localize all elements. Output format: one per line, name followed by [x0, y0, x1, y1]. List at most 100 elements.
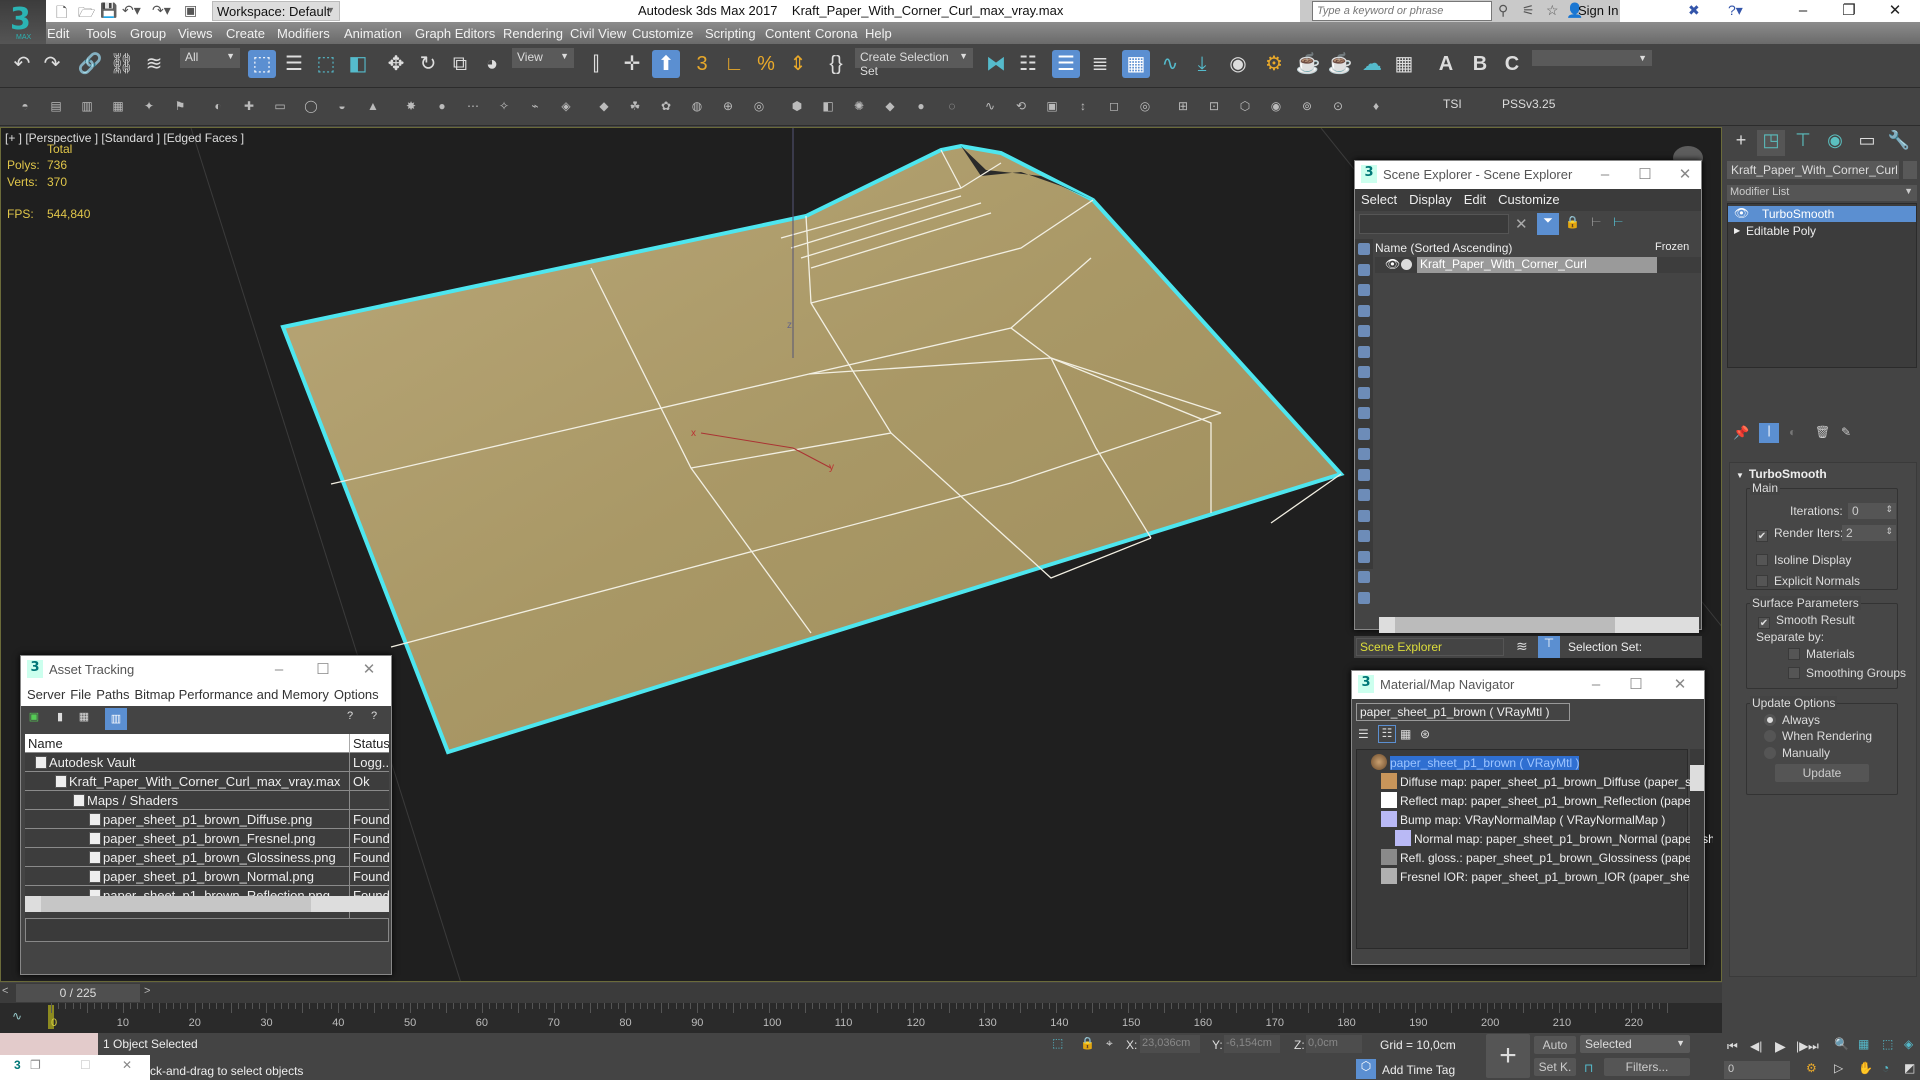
next-frame-button[interactable]: > [144, 985, 150, 997]
paper-mesh[interactable] [280, 143, 1345, 755]
redo-icon[interactable]: ↷ [38, 50, 66, 78]
rendered-frame-window-icon[interactable]: ☕ [1294, 50, 1322, 78]
y-coordinate-field[interactable]: -6,154cm [1224, 1035, 1280, 1053]
help-tool-icon[interactable]: ? [371, 710, 377, 722]
search-input[interactable]: Type a keyword or phrase [1312, 1, 1492, 21]
menu-graph-editors[interactable]: Graph Editors [415, 26, 495, 41]
material-map-row[interactable]: Fresnel IOR: paper_sheet_p1_brown_IOR (p… [1381, 868, 1699, 887]
visibility-eye-icon[interactable]: 👁 [1734, 206, 1749, 220]
add-time-tag-button[interactable]: Add Time Tag [1382, 1063, 1455, 1077]
close-button[interactable]: ✕ [1662, 671, 1698, 699]
maxscript-listener[interactable] [0, 1033, 98, 1055]
modify-tab-icon[interactable]: ◳ [1757, 130, 1785, 156]
expand-arrow-icon[interactable]: ▶ [1734, 226, 1740, 235]
materials-checkbox[interactable]: Materials [1788, 647, 1855, 661]
file-icon[interactable]: ▮ [51, 710, 69, 728]
filter-icon[interactable]: ⏷ [1537, 213, 1559, 235]
vertical-scrollbar[interactable] [1690, 749, 1704, 965]
redo-icon[interactable]: ↷▾ [152, 2, 171, 20]
filter-bones-icon[interactable] [1358, 407, 1370, 419]
filter-groups-icon[interactable] [1358, 366, 1370, 378]
binoculars-icon[interactable]: ⚲ [1498, 2, 1508, 19]
minimize-button[interactable]: – [1578, 671, 1614, 699]
zoom-icon[interactable]: 🔍 [1834, 1037, 1849, 1051]
display-tab-icon[interactable]: ▭ [1853, 130, 1881, 156]
z-coordinate-field[interactable]: 0,0cm [1306, 1035, 1362, 1053]
sign-in-button[interactable]: Sign In [1578, 3, 1618, 18]
asset-row[interactable]: paper_sheet_p1_brown_Glossiness.png Found [25, 848, 389, 867]
menu-animation[interactable]: Animation [344, 26, 402, 41]
cross-icon[interactable]: ✚ [238, 95, 260, 117]
smooth-result-checkbox[interactable]: ✔ Smooth Result [1758, 613, 1855, 629]
material-map-row[interactable]: Reflect map: paper_sheet_p1_brown_Reflec… [1381, 792, 1699, 811]
motion-tab-icon[interactable]: ◉ [1821, 130, 1849, 156]
filter-filter-a-icon[interactable] [1358, 550, 1370, 563]
key-filters-button[interactable]: Filters... [1604, 1058, 1690, 1076]
exchange-icon[interactable]: ✖ [1688, 2, 1700, 19]
menu-customize[interactable]: Customize [1498, 192, 1559, 207]
key-filter-dropdown[interactable]: Selected ▼ [1580, 1035, 1690, 1053]
mini-curve-editor-icon[interactable]: ∿ [12, 1009, 22, 1023]
go-to-start-icon[interactable]: ⏮ [1727, 1039, 1738, 1054]
isolate-selection-icon[interactable]: ⬚ [1052, 1036, 1063, 1050]
hierarchy-icon[interactable]: ⊢ [1591, 215, 1601, 229]
bullseye-icon[interactable]: ◎ [1134, 95, 1156, 117]
menu-select[interactable]: Select [1361, 192, 1397, 207]
stack-item-editable-poly[interactable]: ▶ Editable Poly [1728, 223, 1916, 239]
list-view-icon[interactable]: ☰ [1358, 727, 1369, 741]
remove-modifier-icon[interactable]: 🗑 [1815, 425, 1830, 439]
smoothing-groups-checkbox[interactable]: Smoothing Groups [1788, 666, 1906, 680]
grid-dot-icon[interactable]: ⊡ [1203, 95, 1225, 117]
pss-label[interactable]: PSSv3.25 [1502, 97, 1555, 111]
filter-helpers-icon[interactable] [1358, 325, 1370, 337]
help-icon[interactable]: ? [347, 710, 353, 722]
restore-icon[interactable]: ❐ [30, 1058, 41, 1072]
bind-spacewarp-icon[interactable]: ≋ [140, 50, 168, 78]
rect-selection-icon[interactable]: ⬚ [312, 50, 340, 78]
ref-coord-dropdown[interactable]: View ▼ [512, 48, 574, 68]
minimize-button[interactable]: – [1587, 161, 1623, 189]
column-name-header[interactable]: Name [28, 736, 63, 751]
find-input[interactable] [1359, 214, 1509, 234]
satellite-icon[interactable]: ⚟ [1522, 2, 1535, 19]
small-icons-view-icon[interactable]: ▦ [1400, 727, 1411, 741]
menu-file[interactable]: File [70, 687, 91, 702]
column-status-header[interactable]: Status [349, 734, 389, 753]
star-icon[interactable]: ☆ [1546, 2, 1559, 19]
isoline-display-checkbox[interactable]: Isoline Display [1756, 553, 1851, 567]
new-file-icon[interactable]: 🗋 [56, 2, 67, 20]
lock-icon[interactable]: 🔒 [1565, 215, 1580, 229]
minimized-window[interactable]: 3 ❐ ☐ ✕ [0, 1055, 150, 1080]
toolbar-dropdown[interactable]: ▼ [1532, 50, 1652, 66]
resize-icon[interactable]: ↕ [1072, 95, 1094, 117]
rhombus-icon[interactable]: ♦ [1365, 95, 1387, 117]
menu-options[interactable]: Options [334, 687, 379, 702]
render-list-icon[interactable]: ▤ [45, 95, 67, 117]
fov-icon[interactable]: ▷ [1834, 1061, 1843, 1075]
menu-server[interactable]: Server [27, 687, 65, 702]
filter-cameras-icon[interactable] [1358, 304, 1370, 317]
menu-paths[interactable]: Paths [96, 687, 129, 702]
vray-a-icon[interactable]: A [1432, 50, 1460, 78]
asset-row[interactable]: Maps / Shaders [25, 791, 389, 810]
menu-rendering[interactable]: Rendering [503, 26, 563, 41]
spinner-arrows-icon[interactable]: ⇕ [1885, 526, 1893, 537]
menu-group[interactable]: Group [130, 26, 166, 41]
undo-icon[interactable]: ↶ [8, 50, 36, 78]
link-icon[interactable]: 🔗 [76, 50, 104, 78]
sphere-icon[interactable]: ◒ [331, 95, 353, 117]
hex-outline-icon[interactable]: ⬡ [1234, 95, 1256, 117]
prev-frame-button[interactable]: < [2, 985, 8, 997]
set-key-big-button[interactable]: + [1486, 1034, 1530, 1078]
object-name-field[interactable]: Kraft_Paper_With_Corner_Curl [1727, 161, 1899, 179]
iterations-spinner[interactable]: 0 ⇕ [1848, 503, 1896, 519]
render-cloud-icon[interactable]: ☁ [1358, 50, 1386, 78]
curve-icon[interactable]: ⌁ [524, 95, 546, 117]
dot-icon[interactable]: ● [431, 95, 453, 117]
shape-icon[interactable]: ◆ [879, 95, 901, 117]
menu-edit[interactable]: Edit [47, 26, 69, 41]
menu-modifiers[interactable]: Modifiers [277, 26, 330, 41]
filter-xrefs-icon[interactable] [1358, 386, 1370, 399]
scene-explorer-toggle-icon[interactable]: ☰ [1052, 50, 1080, 78]
open-file-icon[interactable]: 🗁 [78, 2, 95, 20]
